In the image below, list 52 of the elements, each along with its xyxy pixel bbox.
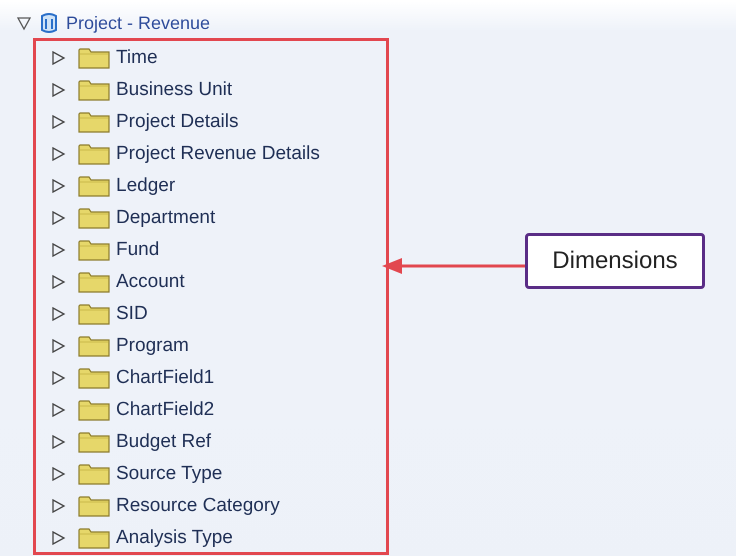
tree-root-label[interactable]: Project - Revenue	[66, 12, 210, 34]
collapsed-triangle-icon[interactable]	[50, 306, 66, 322]
collapsed-triangle-icon[interactable]	[50, 338, 66, 354]
collapsed-triangle-icon[interactable]	[50, 274, 66, 290]
tree-item-label[interactable]: Fund	[116, 239, 160, 261]
collapsed-triangle-icon[interactable]	[50, 498, 66, 514]
collapsed-triangle-icon[interactable]	[50, 82, 66, 98]
folder-icon	[78, 302, 110, 326]
collapsed-triangle-icon[interactable]	[50, 210, 66, 226]
folder-icon	[78, 238, 110, 262]
tree-item-label[interactable]: Budget Ref	[116, 431, 212, 453]
folder-icon	[78, 526, 110, 550]
folder-icon	[78, 398, 110, 422]
tree-item-label[interactable]: Source Type	[116, 463, 222, 485]
folder-icon	[78, 78, 110, 102]
folder-icon	[78, 110, 110, 134]
tree-item-label[interactable]: Time	[116, 47, 158, 69]
folder-icon	[78, 334, 110, 358]
tree-item-label[interactable]: Project Details	[116, 111, 238, 133]
expanded-triangle-icon[interactable]	[16, 15, 32, 31]
collapsed-triangle-icon[interactable]	[50, 370, 66, 386]
tree-item-label[interactable]: Account	[116, 271, 185, 293]
collapsed-triangle-icon[interactable]	[50, 434, 66, 450]
cube-icon	[38, 11, 60, 35]
collapsed-triangle-icon[interactable]	[50, 50, 66, 66]
folder-icon	[78, 430, 110, 454]
tree-item-label[interactable]: ChartField1	[116, 367, 214, 389]
collapsed-triangle-icon[interactable]	[50, 178, 66, 194]
folder-icon	[78, 366, 110, 390]
folder-icon	[78, 46, 110, 70]
folder-icon	[78, 174, 110, 198]
folder-icon	[78, 142, 110, 166]
collapsed-triangle-icon[interactable]	[50, 146, 66, 162]
collapsed-triangle-icon[interactable]	[50, 466, 66, 482]
collapsed-triangle-icon[interactable]	[50, 402, 66, 418]
collapsed-triangle-icon[interactable]	[50, 114, 66, 130]
folder-icon	[78, 270, 110, 294]
collapsed-triangle-icon[interactable]	[50, 530, 66, 546]
tree-item-label[interactable]: Business Unit	[116, 79, 232, 101]
collapsed-triangle-icon[interactable]	[50, 242, 66, 258]
tree-item-label[interactable]: Resource Category	[116, 495, 280, 517]
folder-icon	[78, 206, 110, 230]
folder-icon	[78, 462, 110, 486]
tree-item-label[interactable]: Department	[116, 207, 216, 229]
callout-label: Dimensions	[525, 233, 705, 289]
tree-item-label[interactable]: SID	[116, 303, 148, 325]
tree-item-label[interactable]: ChartField2	[116, 399, 214, 421]
tree-item-label[interactable]: Ledger	[116, 175, 176, 197]
folder-icon	[78, 494, 110, 518]
tree-item-label[interactable]: Analysis Type	[116, 527, 233, 549]
tree-item-label[interactable]: Program	[116, 335, 189, 357]
tree-item-label[interactable]: Project Revenue Details	[116, 143, 320, 165]
